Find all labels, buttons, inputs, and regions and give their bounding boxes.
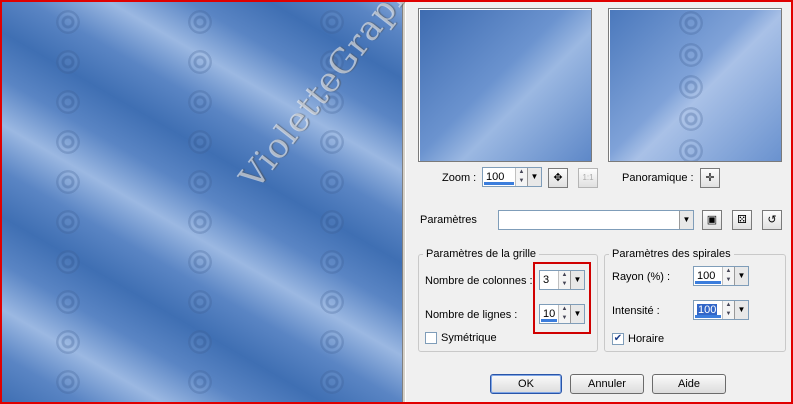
spiral-pattern-icon [56,250,80,274]
zoom-dropdown-icon[interactable]: ▼ [527,168,541,186]
spiral-pattern-icon [188,50,212,74]
columns-label: Nombre de colonnes : [425,275,533,287]
spiral-pattern-icon [679,107,703,131]
radius-slider-bar[interactable] [695,281,721,284]
zoom-fit-button[interactable]: ✥ [548,168,568,188]
spiral-pattern-icon [56,290,80,314]
spiral-pattern-icon [188,250,212,274]
save-disk-icon: ▣ [706,214,718,226]
intensity-label: Intensité : [612,305,660,317]
zoom-spinner[interactable]: 100 ▲ ▼ ▼ [482,167,542,187]
symmetric-label: Symétrique [441,332,497,344]
before-preview[interactable] [418,8,592,162]
radius-spinner[interactable]: 100 ▲ ▼ ▼ [693,266,749,286]
spiral-pattern-icon [679,139,703,161]
spiral-pattern-icon [679,11,703,35]
highlight-box [533,262,591,334]
spiral-pattern-icon [188,130,212,154]
preset-dropdown[interactable]: ▼ [498,210,694,230]
spiral-pattern-icon [320,170,344,194]
chevron-down-icon[interactable]: ▼ [679,211,693,229]
save-preset-button[interactable]: ▣ [702,210,722,230]
help-button[interactable]: Aide [652,374,726,394]
zoom-step-arrows-icon[interactable]: ▲ ▼ [515,168,527,186]
checkmark-icon: ✔ [613,333,623,344]
spiral-pattern-icon [188,370,212,394]
symmetric-checkbox[interactable] [425,332,437,344]
spiral-pattern-icon [679,75,703,99]
spiral-pattern-icon [320,330,344,354]
spiral-pattern-icon [188,210,212,234]
spiral-pattern-icon [56,10,80,34]
spiral-pattern-icon [320,250,344,274]
intensity-step-arrows-icon[interactable]: ▲ ▼ [722,301,734,319]
clockwise-checkbox[interactable]: ✔ [612,333,624,345]
zoom-label: Zoom : [442,172,477,184]
actual-size-icon: 1:1 [582,173,594,182]
ok-button[interactable]: OK [490,374,562,394]
intensity-dropdown-icon[interactable]: ▼ [734,301,748,319]
spiral-pattern-icon [320,10,344,34]
spiral-pattern-icon [56,50,80,74]
spiral-pattern-icon [320,210,344,234]
spiral-pattern-icon [188,330,212,354]
after-preview[interactable] [608,8,782,162]
fit-view-icon: ✥ [553,172,563,184]
move-arrows-icon: ✛ [705,172,715,184]
randomize-button[interactable]: ⚄ [732,210,752,230]
spiral-pattern-icon [188,290,212,314]
clockwise-label: Horaire [628,333,665,345]
reset-icon: ↺ [767,214,777,226]
spiral-pattern-icon [56,210,80,234]
spiral-pattern-icon [320,130,344,154]
preset-label: Paramètres [420,214,477,226]
spiral-pattern-icon [679,43,703,67]
spiral-pattern-icon [320,290,344,314]
effect-dialog-window: Zoom : 100 ▲ ▼ ▼ ✥ 1:1 Panoramique : ✛ Pa… [0,0,793,404]
spiral-group-title: Paramètres des spirales [609,248,734,260]
spiral-pattern-icon [188,10,212,34]
rows-label: Nombre de lignes : [425,309,518,321]
spiral-pattern-icon [56,170,80,194]
grid-group-title: Paramètres de la grille [423,248,540,260]
pan-button[interactable]: ✛ [700,168,720,188]
spiral-pattern-icon [56,330,80,354]
spiral-pattern-icon [320,370,344,394]
radius-step-arrows-icon[interactable]: ▲ ▼ [722,267,734,285]
pan-label: Panoramique : [622,172,694,184]
spiral-pattern-icon [56,90,80,114]
radius-label: Rayon (%) : [612,271,671,283]
spiral-pattern-icon [188,90,212,114]
radius-dropdown-icon[interactable]: ▼ [734,267,748,285]
intensity-slider-bar[interactable] [695,315,721,318]
spiral-pattern-icon [188,170,212,194]
intensity-spinner[interactable]: 100 ▲ ▼ ▼ [693,300,749,320]
zoom-slider-bar[interactable] [484,182,514,185]
cancel-button[interactable]: Annuler [570,374,644,394]
reset-button[interactable]: ↺ [762,210,782,230]
spiral-pattern-icon [56,370,80,394]
spiral-pattern-icon [56,130,80,154]
zoom-actual-size-button[interactable]: 1:1 [578,168,598,188]
settings-panel: Zoom : 100 ▲ ▼ ▼ ✥ 1:1 Panoramique : ✛ Pa… [406,2,791,402]
dice-icon: ⚄ [737,214,747,226]
